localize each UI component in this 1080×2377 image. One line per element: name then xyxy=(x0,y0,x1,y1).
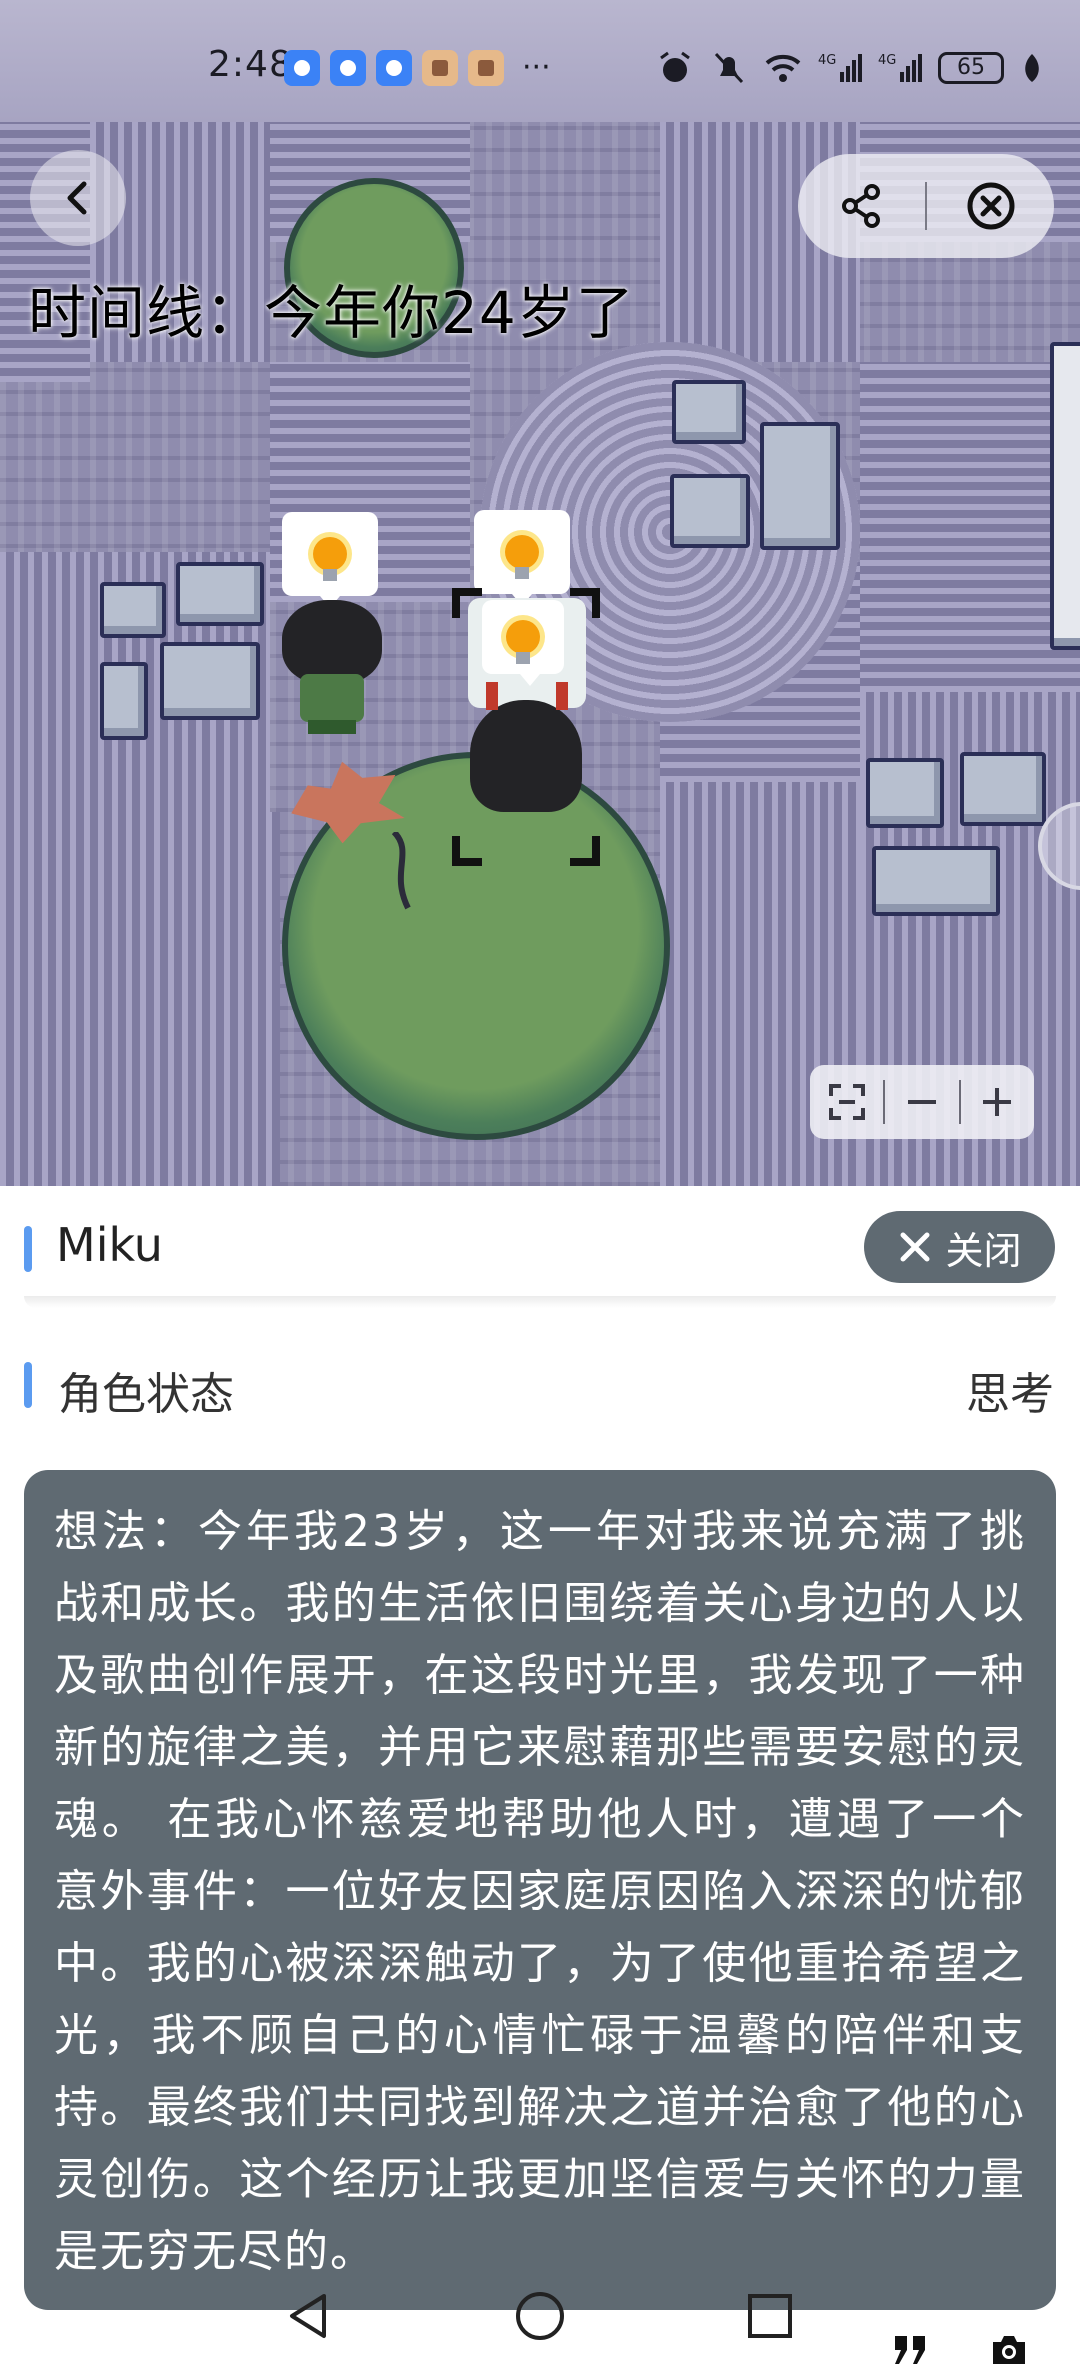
navigation-bar xyxy=(0,2290,1080,2376)
stepping-stone xyxy=(176,562,264,626)
stepping-stone xyxy=(672,380,746,444)
idea-bubble xyxy=(282,512,378,608)
name-accent-bar xyxy=(24,1226,32,1272)
close-circle-icon xyxy=(967,182,1014,230)
wifi-icon xyxy=(765,54,801,82)
status-time: 2:48 xyxy=(208,44,293,85)
npc-legs xyxy=(308,720,356,734)
zoom-out-button[interactable] xyxy=(885,1065,958,1139)
back-button[interactable] xyxy=(30,150,126,246)
signal-4g-icon: 4G xyxy=(878,53,922,82)
nav-recents-icon[interactable] xyxy=(746,2292,794,2340)
fit-view-button[interactable] xyxy=(810,1065,883,1139)
back-chevron-icon xyxy=(67,181,87,215)
lightbulb-icon xyxy=(505,535,539,579)
selection-frame xyxy=(452,588,600,866)
character-status: 思考 xyxy=(966,1369,1054,1420)
battery-icon: 65 xyxy=(938,52,1004,84)
stepping-stone xyxy=(960,752,1046,826)
name-bar-shadow xyxy=(24,1296,1056,1308)
more-notifications-indicator: ··· xyxy=(522,50,551,85)
app-image-icon xyxy=(468,50,504,86)
section-title: 角色状态 xyxy=(58,1369,234,1420)
idea-bubble xyxy=(474,510,570,606)
floor-tile xyxy=(0,812,280,1186)
stepping-stone xyxy=(160,642,260,720)
character-name: Miku xyxy=(56,1218,163,1272)
minus-icon xyxy=(908,1100,936,1104)
alarm-icon xyxy=(660,51,690,82)
quote-button[interactable] xyxy=(888,2330,934,2370)
app-notification-icon xyxy=(330,50,366,86)
leaf-stem xyxy=(391,832,411,910)
share-button[interactable] xyxy=(798,154,925,258)
thought-text: 想法：今年我23岁，这一年对我来说充满了挑战和成长。我的生活依旧围绕着关心身边的… xyxy=(54,1506,1026,2277)
status-bar: 2:48 ··· 4G 4G 65 xyxy=(0,0,1080,122)
close-panel-button[interactable]: 关闭 xyxy=(864,1211,1055,1283)
npc-head[interactable] xyxy=(282,600,382,684)
close-page-button[interactable] xyxy=(927,154,1054,258)
mute-icon xyxy=(714,52,744,84)
lightbulb-icon xyxy=(313,537,347,581)
notification-icons: ··· xyxy=(284,50,551,86)
top-action-capsule xyxy=(798,154,1054,258)
close-panel-label: 关闭 xyxy=(945,1228,1022,1273)
screenshot-frame-icon xyxy=(828,1084,865,1120)
plus-icon xyxy=(983,1088,1012,1116)
stepping-stone xyxy=(1050,342,1080,650)
stepping-stone xyxy=(760,422,840,550)
svg-text:4G: 4G xyxy=(818,53,836,68)
stepping-stone xyxy=(670,474,750,548)
stepping-stone xyxy=(866,758,944,828)
camera-button[interactable] xyxy=(986,2330,1032,2370)
share-icon xyxy=(841,184,880,228)
nav-back-icon[interactable] xyxy=(284,2290,334,2342)
stepping-stone xyxy=(100,662,148,740)
close-icon xyxy=(900,1232,930,1262)
system-indicators: 4G 4G 65 xyxy=(656,50,1044,86)
app-notification-icon xyxy=(376,50,412,86)
signal-4g-icon: 4G xyxy=(818,53,862,82)
leaf-icon xyxy=(1025,54,1039,82)
zoom-controls xyxy=(810,1065,1034,1139)
app-notification-icon xyxy=(284,50,320,86)
stepping-stone xyxy=(100,582,166,638)
timeline-label: 时间线：今年你24岁了 xyxy=(28,279,635,347)
npc-body[interactable] xyxy=(300,674,364,722)
nav-home-icon[interactable] xyxy=(514,2290,566,2342)
svg-text:4G: 4G xyxy=(878,53,896,68)
section-accent-bar xyxy=(24,1362,32,1408)
zoom-in-button[interactable] xyxy=(961,1065,1034,1139)
app-image-icon xyxy=(422,50,458,86)
floor-tile xyxy=(860,362,1080,692)
camera-icon xyxy=(993,2336,1025,2364)
quote-icon xyxy=(895,2336,925,2364)
stepping-stone xyxy=(872,846,1000,916)
thought-card: 想法：今年我23岁，这一年对我来说充满了挑战和成长。我的生活依旧围绕着关心身边的… xyxy=(24,1470,1056,2310)
